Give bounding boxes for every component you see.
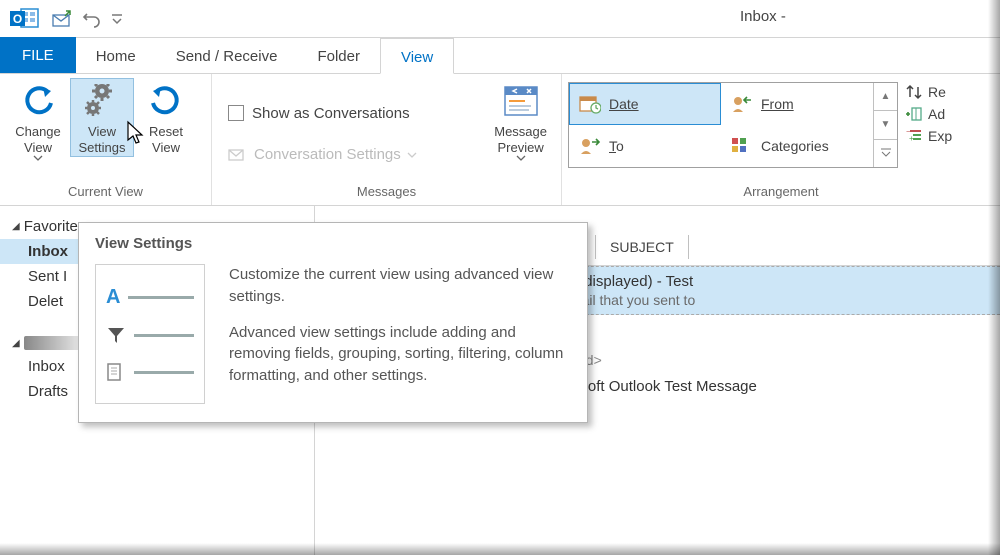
arrange-from-label: From <box>761 96 794 112</box>
change-view-label: Change View <box>15 124 61 155</box>
dropdown-caret-icon <box>33 155 43 161</box>
expand-collapse-button[interactable]: −+ Exp <box>906 128 952 144</box>
message-preview-button[interactable]: Message Preview <box>486 78 555 182</box>
arrange-by-from[interactable]: From <box>721 83 873 125</box>
qat-send-receive-icon[interactable] <box>48 5 76 33</box>
tooltip-paragraph: Customize the current view using advance… <box>229 264 571 308</box>
dropdown-caret-icon <box>516 155 526 161</box>
group-messages: Show as Conversations Conversation Setti… <box>212 74 562 205</box>
group-current-view: Change View View Settings Reset View <box>0 74 212 205</box>
tooltip-paragraph: Advanced view settings include adding an… <box>229 322 571 387</box>
dropdown-caret-icon <box>407 152 417 158</box>
collapse-triangle-icon: ◢ <box>12 338 20 349</box>
gallery-expand-icon[interactable] <box>874 140 897 167</box>
window-title-prefix: Inbox - <box>740 8 790 25</box>
arrange-by-date[interactable]: Date <box>569 83 721 125</box>
group-label-arrangement: Arrangement <box>568 182 994 203</box>
svg-text:O: O <box>13 12 22 26</box>
expand-collapse-label: Exp <box>928 128 952 144</box>
conversation-settings-button: Conversation Settings <box>218 142 486 168</box>
qat-customize-icon[interactable] <box>108 5 126 33</box>
add-columns-icon <box>906 106 922 122</box>
gears-icon <box>82 82 122 122</box>
add-columns-label: Ad <box>928 106 945 122</box>
tooltip-illustration-icon: A <box>95 264 205 404</box>
reverse-sort-icon <box>906 84 922 100</box>
tab-send-receive[interactable]: Send / Receive <box>156 37 298 73</box>
reset-view-button[interactable]: Reset View <box>134 78 198 157</box>
group-label-current-view: Current View <box>6 182 205 203</box>
from-icon <box>731 94 753 114</box>
conversation-settings-icon <box>228 146 248 164</box>
arrange-by-categories[interactable]: Categories <box>721 125 873 167</box>
arrangement-gallery[interactable]: Date To From Categories <box>568 82 898 168</box>
quick-access-toolbar <box>48 5 126 33</box>
gallery-spinner[interactable]: ▲ ▼ <box>873 83 897 167</box>
view-settings-label: View Settings <box>79 124 126 155</box>
collapse-triangle-icon: ◢ <box>12 221 20 232</box>
calendar-icon <box>579 94 601 114</box>
outlook-logo-icon: O <box>6 4 44 34</box>
message-preview-label: Message Preview <box>494 124 547 155</box>
tab-file[interactable]: FILE <box>0 37 76 73</box>
change-view-icon <box>21 82 55 122</box>
categories-icon <box>731 137 753 155</box>
change-view-button[interactable]: Change View <box>6 78 70 163</box>
ribbon: Change View View Settings Reset View <box>0 74 1000 206</box>
tooltip-title: View Settings <box>95 235 571 252</box>
svg-text:+: + <box>909 134 914 143</box>
reverse-sort-label: Re <box>928 84 946 100</box>
gallery-scroll-up-icon[interactable]: ▲ <box>874 83 897 111</box>
window-title: Inbox - <box>740 8 960 26</box>
nav-favorites-label: Favorites <box>24 218 86 235</box>
arrange-categories-label: Categories <box>761 138 829 154</box>
expand-collapse-icon: −+ <box>906 129 922 143</box>
conversation-settings-label: Conversation Settings <box>254 146 401 163</box>
arrange-to-underline: T <box>609 138 616 154</box>
reset-view-label: Reset View <box>149 124 183 155</box>
tab-home[interactable]: Home <box>76 37 156 73</box>
show-as-conversations-label: Show as Conversations <box>252 105 410 122</box>
show-as-conversations-checkbox[interactable]: Show as Conversations <box>218 99 486 128</box>
view-settings-tooltip: View Settings A Customize the current vi… <box>78 222 588 423</box>
add-columns-button[interactable]: Ad <box>906 106 952 122</box>
group-arrangement: Date To From Categories <box>562 74 1000 205</box>
reset-view-icon <box>149 82 183 122</box>
to-icon <box>579 136 601 156</box>
tab-folder[interactable]: Folder <box>297 37 380 73</box>
group-label-messages: Messages <box>218 182 555 203</box>
view-settings-button[interactable]: View Settings <box>70 78 134 157</box>
title-bar: O Inbox - <box>0 0 1000 38</box>
undo-icon[interactable] <box>78 5 106 33</box>
message-preview-icon <box>501 82 541 122</box>
ribbon-tabs: FILE Home Send / Receive Folder View <box>0 38 1000 74</box>
checkbox-icon <box>228 105 244 121</box>
arrange-date-label: Date <box>609 96 639 112</box>
reverse-sort-button[interactable]: Re <box>906 84 952 100</box>
tab-view[interactable]: View <box>380 38 454 74</box>
gallery-scroll-down-icon[interactable]: ▼ <box>874 111 897 139</box>
arrange-by-to[interactable]: To <box>569 125 721 167</box>
tooltip-description: Customize the current view using advance… <box>229 264 571 404</box>
column-header-subject[interactable]: SUBJECT <box>595 235 689 259</box>
arrange-to-rest: o <box>616 138 624 154</box>
